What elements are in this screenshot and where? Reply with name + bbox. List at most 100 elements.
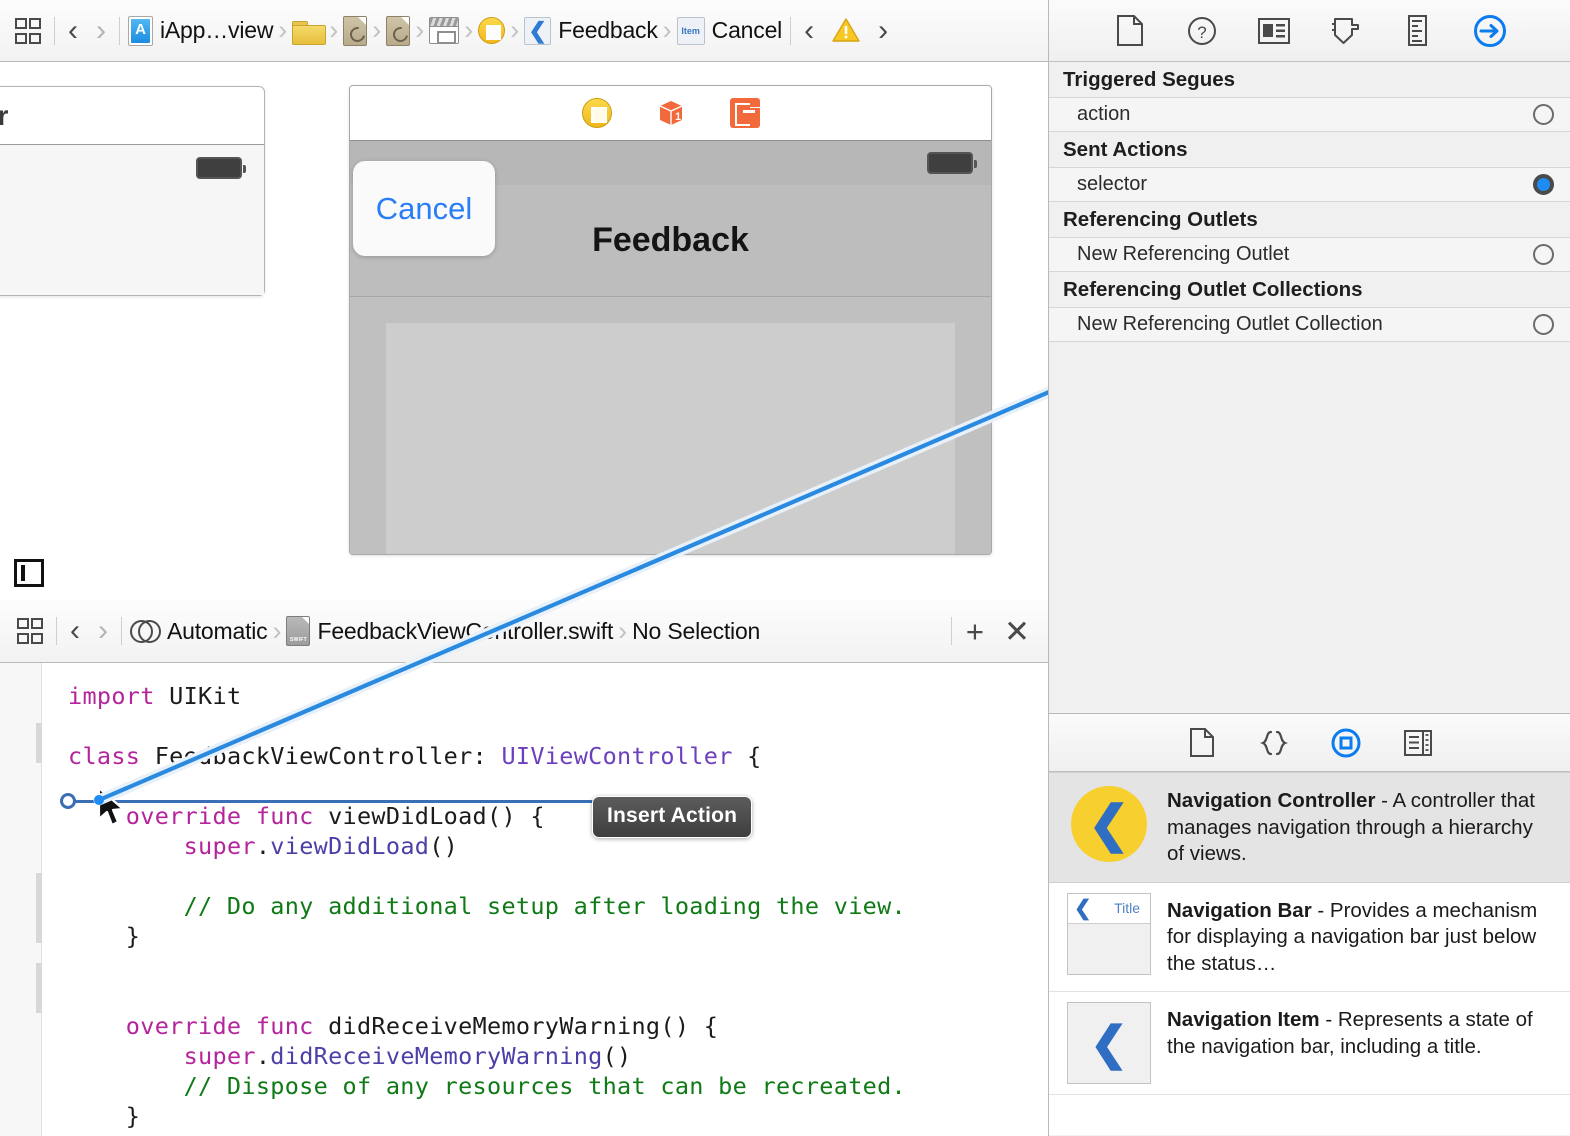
object-library-icon[interactable] bbox=[1330, 727, 1362, 759]
inspector-row-action[interactable]: action bbox=[1049, 97, 1570, 132]
breadcrumb-folder[interactable] bbox=[288, 9, 328, 53]
cancel-bar-button-item[interactable]: Cancel bbox=[353, 161, 495, 256]
media-library-icon[interactable] bbox=[1402, 727, 1434, 759]
editor-forward-button[interactable]: › bbox=[89, 610, 117, 652]
size-inspector-icon[interactable] bbox=[1401, 14, 1435, 48]
editor-gutter[interactable] bbox=[0, 663, 42, 1136]
breadcrumb-project[interactable]: iApp…view bbox=[124, 9, 277, 53]
breadcrumb-selection[interactable]: No Selection bbox=[628, 609, 764, 653]
attributes-inspector-icon[interactable] bbox=[1329, 14, 1363, 48]
file-template-library-icon[interactable] bbox=[1186, 727, 1218, 759]
navigation-bar-thumb-title: Title bbox=[1114, 900, 1140, 916]
code-snippet-library-icon[interactable] bbox=[1258, 727, 1290, 759]
code-token: import bbox=[68, 682, 155, 710]
canvas-filter-button[interactable] bbox=[14, 559, 44, 587]
first-responder-icon[interactable]: 1 bbox=[656, 98, 686, 128]
back-chevron-icon: ‹ bbox=[804, 13, 815, 47]
connections-inspector: Triggered Segues action Sent Actions sel… bbox=[1049, 62, 1570, 714]
scene-content-view[interactable] bbox=[350, 297, 991, 554]
breadcrumb-separator: › bbox=[464, 15, 474, 45]
code-line: } bbox=[68, 921, 1048, 951]
breadcrumb-separator: › bbox=[278, 15, 288, 45]
connection-well-active[interactable] bbox=[1533, 174, 1554, 195]
forward-chevron-icon: › bbox=[98, 614, 108, 647]
breadcrumb-storyboard[interactable] bbox=[425, 9, 463, 53]
scene-previous-title-bar: troller bbox=[0, 87, 264, 145]
breadcrumb-bar-button-item[interactable]: Item Cancel bbox=[673, 9, 786, 53]
code-token: FeedbackViewController: bbox=[140, 742, 502, 770]
code-text[interactable]: import UIKit class FeedbackViewControlle… bbox=[42, 663, 1048, 1136]
previous-issue-button[interactable]: ‹ bbox=[795, 10, 823, 52]
code-line: // Dispose of any resources that can be … bbox=[68, 1071, 1048, 1101]
next-issue-button[interactable]: › bbox=[869, 10, 897, 52]
code-line: override func didReceiveMemoryWarning() … bbox=[68, 1011, 1048, 1041]
code-token: override func bbox=[125, 802, 314, 830]
connection-well[interactable] bbox=[1533, 314, 1554, 335]
object-library-list[interactable]: ❮ Navigation Controller - A controller t… bbox=[1049, 772, 1570, 1135]
breadcrumb-source-1[interactable] bbox=[339, 9, 371, 53]
breadcrumb-assistant-mode[interactable]: Automatic bbox=[126, 609, 271, 653]
scene-feedback[interactable]: 1 Feedback Cancel bbox=[349, 85, 992, 555]
breadcrumb-view-controller[interactable] bbox=[474, 9, 509, 53]
list-item-text: Navigation Item - Represents a state of … bbox=[1167, 1006, 1554, 1080]
list-item[interactable]: ❮ Navigation Controller - A controller t… bbox=[1049, 772, 1570, 883]
utilities-area: ? Triggered Segues action Sent Actions s… bbox=[1048, 0, 1570, 1136]
source-editor-jump-bar: ‹ › Automatic › FeedbackViewController.s… bbox=[0, 600, 1048, 663]
list-item-title: Navigation Controller bbox=[1167, 789, 1376, 812]
identity-inspector-icon[interactable] bbox=[1257, 14, 1291, 48]
breadcrumb-navigation-item[interactable]: ❮ Feedback bbox=[520, 9, 661, 53]
inspector-selector-bar: ? bbox=[1049, 0, 1570, 62]
assistant-mode-label: Automatic bbox=[167, 617, 268, 644]
battery-icon bbox=[196, 157, 246, 179]
divider bbox=[119, 16, 120, 45]
inspector-row-selector[interactable]: selector bbox=[1049, 167, 1570, 202]
add-editor-button[interactable]: + bbox=[956, 616, 994, 647]
code-token: () bbox=[429, 832, 459, 860]
quick-help-inspector-icon[interactable]: ? bbox=[1185, 14, 1219, 48]
file-inspector-icon[interactable] bbox=[1113, 14, 1147, 48]
code-token: { bbox=[732, 742, 762, 770]
breadcrumb-swift-file[interactable]: FeedbackViewController.swift bbox=[282, 609, 617, 653]
related-items-icon[interactable] bbox=[8, 610, 52, 652]
related-items-icon[interactable] bbox=[6, 10, 50, 52]
jump-back-button[interactable]: ‹ bbox=[59, 10, 87, 52]
storyboard-canvas[interactable]: troller 1 bbox=[0, 62, 1048, 600]
breadcrumb-source-2[interactable] bbox=[382, 9, 414, 53]
editor-back-button[interactable]: ‹ bbox=[61, 610, 89, 652]
connections-inspector-icon[interactable] bbox=[1473, 14, 1507, 48]
forward-chevron-icon: › bbox=[878, 13, 889, 47]
divider bbox=[121, 617, 122, 645]
inspector-row-label: selector bbox=[1077, 173, 1148, 195]
simulated-navigation-bar: Feedback Cancel bbox=[350, 161, 991, 297]
code-token: viewDidLoad bbox=[270, 832, 430, 860]
divider bbox=[56, 617, 57, 645]
jump-forward-button[interactable]: › bbox=[87, 10, 115, 52]
issue-warning-button[interactable] bbox=[823, 10, 869, 52]
connection-well[interactable] bbox=[1533, 244, 1554, 265]
connection-well[interactable] bbox=[1533, 104, 1554, 125]
inspector-section-header: Sent Actions bbox=[1049, 132, 1570, 167]
inspector-section-header: Referencing Outlet Collections bbox=[1049, 272, 1570, 307]
exit-icon[interactable] bbox=[729, 98, 760, 128]
storyboard-icon bbox=[429, 17, 460, 44]
inspector-row-new-referencing-outlet-collection[interactable]: New Referencing Outlet Collection bbox=[1049, 307, 1570, 342]
svg-text:?: ? bbox=[1197, 23, 1206, 42]
close-editor-button[interactable]: ✕ bbox=[994, 616, 1040, 647]
breadcrumb-label: Cancel bbox=[711, 17, 783, 43]
source-code-editor[interactable]: import UIKit class FeedbackViewControlle… bbox=[0, 663, 1048, 1136]
scene-previous[interactable]: troller bbox=[0, 86, 265, 296]
back-chevron-icon: ‹ bbox=[70, 614, 80, 647]
navigation-controller-thumb-icon: ❮ bbox=[1067, 786, 1151, 862]
inspector-row-new-referencing-outlet[interactable]: New Referencing Outlet bbox=[1049, 237, 1570, 272]
list-item[interactable]: ❮ Title Navigation Bar - Provides a mecha… bbox=[1049, 883, 1570, 992]
scene-previous-body bbox=[0, 145, 264, 295]
list-item[interactable]: ❮ Navigation Item - Represents a state o… bbox=[1049, 992, 1570, 1095]
svg-text:1: 1 bbox=[675, 111, 681, 123]
scene-subview[interactable] bbox=[386, 323, 955, 554]
navigation-bar-thumb-icon: ❮ Title bbox=[1067, 892, 1151, 975]
view-controller-icon bbox=[478, 17, 506, 44]
view-controller-icon[interactable] bbox=[581, 98, 612, 128]
